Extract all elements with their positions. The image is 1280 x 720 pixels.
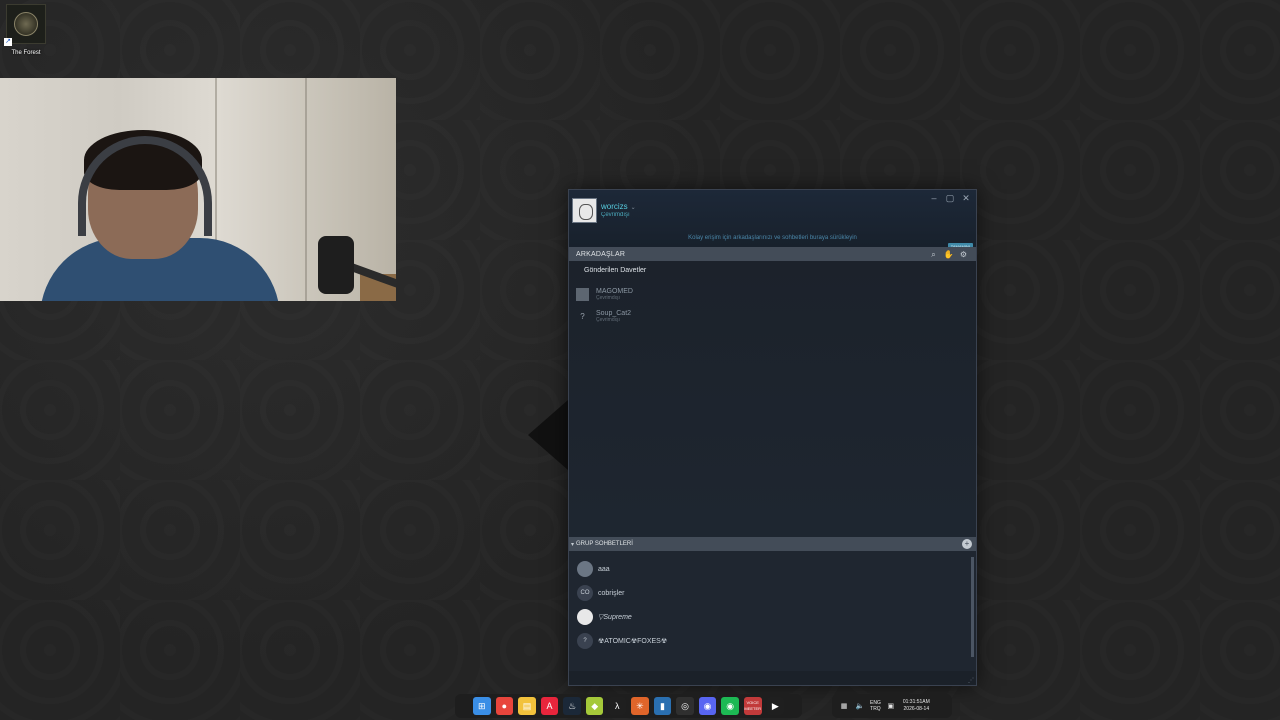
chevron-down-icon[interactable]: ⌄ [631, 205, 636, 211]
list-item[interactable]: ? ☢ATOMIC☢FOXES☢ [569, 629, 976, 653]
steam-icon[interactable]: ♨ [563, 697, 581, 715]
system-tray: ▦ 🔈 ENG TRQ ▣ 01:31:51AM 2026-08-14 [832, 694, 952, 718]
shortcut-arrow-icon: ↗ [4, 38, 12, 46]
group-chats-title: GRUP SOHBETLERİ [576, 541, 633, 547]
language-indicator[interactable]: ENG TRQ [870, 700, 881, 712]
volume-icon[interactable]: 🔈 [854, 702, 866, 710]
decorative-shape [528, 400, 568, 470]
list-item[interactable]: CO cobrişler [569, 581, 976, 605]
microphone [318, 236, 354, 294]
desktop-icon-label: The Forest [11, 50, 41, 56]
webcam-overlay [0, 78, 396, 301]
resize-grip-icon[interactable]: ⋰ [968, 677, 974, 684]
desktop-icon-the-forest[interactable]: ↗ The Forest [4, 4, 48, 56]
avatar[interactable] [572, 198, 597, 223]
group-chats-header[interactable]: ▾ GRUP SOHBETLERİ + [569, 537, 976, 551]
settings-icon[interactable]: ⚙ [958, 249, 969, 260]
user-status: Çevrimdışı [601, 212, 630, 218]
qr-icon[interactable]: ▦ [838, 702, 850, 710]
the-forest-icon [6, 4, 46, 44]
media-player-icon[interactable]: ▶ [766, 697, 785, 715]
list-item[interactable]: MAGOMED Çevrimdışı [569, 283, 976, 305]
notes-icon[interactable]: ▣ [885, 702, 897, 710]
friends-list: Gönderilen Davetler MAGOMED Çevrimdışı ?… [569, 261, 976, 537]
chevron-down-icon[interactable]: ▾ [571, 541, 574, 548]
obs-icon[interactable]: ◎ [676, 697, 694, 715]
add-group-icon[interactable]: + [962, 539, 972, 549]
minimize-button[interactable]: – [926, 192, 942, 204]
voicemeeter-icon[interactable]: VOICE MEETER [743, 697, 762, 715]
windows-start-icon[interactable]: ⊞ [473, 697, 491, 715]
taskbar: ⊞ ● ▤ A ♨ ◆ λ ✳ ▮ ◎ ◉ ◉ VOICE MEETER ▶ [455, 694, 802, 718]
scrollbar[interactable] [971, 557, 974, 657]
friend-status: Çevrimdışı [596, 294, 620, 301]
group-avatar: CO [577, 585, 593, 601]
list-item[interactable]: ? Soup_Cat2 Çevrimdışı [569, 305, 976, 327]
group-name: cobrişler [598, 589, 625, 597]
close-button[interactable]: ✕ [958, 192, 974, 204]
spotify-icon[interactable]: ◉ [721, 697, 739, 715]
file-explorer-icon[interactable]: ▤ [518, 697, 536, 715]
friend-avatar [576, 287, 589, 301]
adobe-icon[interactable]: A [540, 697, 559, 715]
favorites-hint: Kolay erişim için arkadaşlarınızı ve soh… [688, 235, 857, 241]
friend-name: Soup_Cat2 [596, 309, 632, 317]
friends-title: ARKADAŞLAR [576, 250, 626, 258]
clock[interactable]: 01:31:51AM 2026-08-14 [903, 699, 930, 713]
group-avatar [577, 561, 593, 577]
search-icon[interactable]: ⌕ [928, 249, 939, 260]
unknown-avatar-icon: ? [580, 311, 585, 321]
chrome-icon[interactable]: ● [495, 697, 514, 715]
group-name: ☢ATOMIC☢FOXES☢ [598, 638, 668, 645]
friend-name: MAGOMED [596, 287, 633, 295]
list-item[interactable]: aaa [569, 557, 976, 581]
group-avatar [577, 609, 593, 625]
group-chats-list: aaa CO cobrişler ▽Supreme ? ☢ATOMIC☢FOXE… [569, 551, 976, 671]
discord-icon[interactable]: ◉ [698, 697, 717, 715]
app-book-icon[interactable]: ▮ [653, 697, 672, 715]
app-asterisk-icon[interactable]: ✳ [631, 697, 649, 715]
steam-friends-window: worcizs ⌄ Çevrimdışı – ▢ ✕ Kolay erişim i… [568, 189, 977, 686]
window-controls: – ▢ ✕ [926, 192, 974, 204]
app-lambda-icon[interactable]: λ [608, 697, 627, 715]
sent-invites-title[interactable]: Gönderilen Davetler [569, 267, 976, 274]
group-name: aaa [598, 565, 610, 573]
username[interactable]: worcizs ⌄ [601, 202, 636, 211]
group-avatar: ? [577, 633, 593, 649]
friends-section-header: ARKADAŞLAR ⌕ ✋ ⚙ [569, 247, 976, 261]
app-green-icon[interactable]: ◆ [585, 697, 604, 715]
friends-header: worcizs ⌄ Çevrimdışı – ▢ ✕ Kolay erişim i… [569, 190, 976, 250]
friend-status: Çevrimdışı [596, 316, 620, 323]
add-friend-icon[interactable]: ✋ [943, 249, 954, 260]
list-item[interactable]: ▽Supreme [569, 605, 976, 629]
group-name: ▽Supreme [598, 614, 632, 621]
maximize-button[interactable]: ▢ [942, 192, 958, 204]
